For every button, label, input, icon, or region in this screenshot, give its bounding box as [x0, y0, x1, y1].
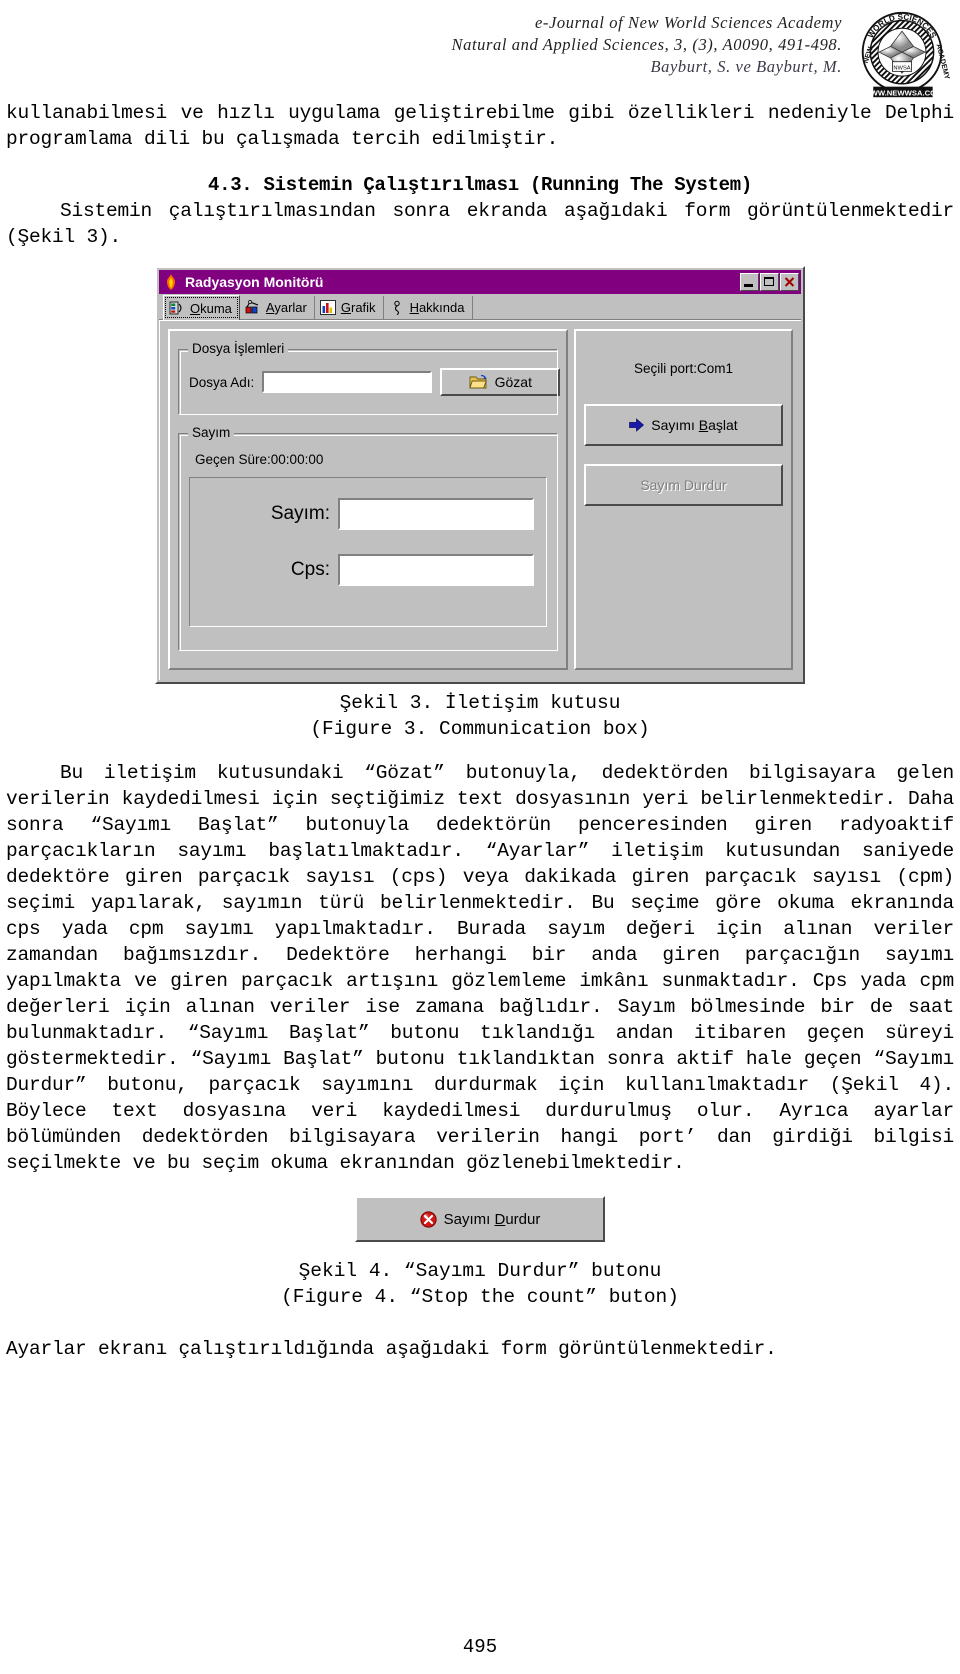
minimize-button[interactable]	[740, 273, 759, 291]
radiation-monitor-window: Radyasyon Monitörü Okuma Ayarlar Grafik …	[155, 266, 805, 684]
tab-strip: Okuma Ayarlar Grafik Hakkında	[159, 294, 801, 320]
figure-3-caption-en: (Figure 3. Communication box)	[310, 718, 650, 740]
figure-4-caption-en: (Figure 4. “Stop the count” buton)	[281, 1286, 679, 1308]
paragraph-3-text: Bu iletişim kutusundaki “Gözat” butonuyl…	[6, 762, 954, 1174]
count-group: Sayım Geçen Süre:00:00:00 Sayım: Cps:	[178, 425, 558, 651]
chart-icon	[319, 300, 336, 315]
close-button[interactable]	[780, 273, 799, 291]
about-icon	[393, 300, 400, 315]
page-content: kullanabilmesi ve hızlı uygulama gelişti…	[0, 100, 960, 1362]
tab-okuma-label: Okuma	[190, 300, 232, 316]
window-titlebar[interactable]: Radyasyon Monitörü	[159, 270, 801, 294]
tab-hakkinda-label: Hakkında	[409, 300, 465, 315]
figure-3-caption: Şekil 3. İletişim kutusu (Figure 3. Comm…	[0, 690, 960, 742]
settings-icon	[245, 300, 259, 314]
paragraph-3: Bu iletişim kutusundaki “Gözat” butonuyl…	[0, 760, 960, 1176]
page-number: 495	[462, 1636, 498, 1658]
paragraph-2-text: Sistemin çalıştırılmasından sonra ekrand…	[6, 200, 954, 248]
journal-logo: NWSA WORLD SCIENCES NEW ACADEMY WWW.NEWW…	[861, 11, 950, 97]
figure-3: Radyasyon Monitörü Okuma Ayarlar Grafik …	[155, 266, 805, 684]
browse-button[interactable]: Gözat	[440, 368, 561, 396]
figure-4-caption-tr: Şekil 4. “Sayımı Durdur” butonu	[298, 1260, 662, 1282]
paragraph-4: Ayarlar ekranı çalıştırıldığında aşağıda…	[6, 1338, 777, 1360]
figure-4: Sayımı Durdur	[355, 1196, 605, 1242]
stop-count-button-disabled[interactable]: Sayım Durdur	[584, 464, 783, 506]
tab-grafik[interactable]: Grafik	[314, 296, 384, 319]
selected-port-label: Seçili port:Com1	[633, 361, 734, 376]
start-count-button[interactable]: Sayımı Başlat	[584, 404, 783, 446]
tab-grafik-label: Grafik	[340, 300, 376, 315]
browse-button-label: Gözat	[494, 374, 532, 390]
red-stop-icon	[420, 1210, 437, 1228]
journal-issue: Natural and Applied Sciences, 3, (3), A0…	[451, 35, 842, 54]
open-folder-icon	[468, 374, 487, 389]
right-panel: Seçili port:Com1 Sayımı Başlat Sayım Dur…	[574, 329, 793, 670]
count-readout-box: Sayım: Cps:	[189, 477, 547, 627]
tab-okuma[interactable]: Okuma	[163, 295, 240, 320]
journal-citation: e-Journal of New World Sciences Academy …	[452, 12, 842, 78]
stop-count-button-label: Sayımı Durdur	[443, 1210, 541, 1228]
paragraph-2: Sistemin çalıştırılmasından sonra ekrand…	[0, 198, 960, 250]
section-heading: 4.3. Sistemin Çalıştırılması (Running Th…	[208, 174, 752, 196]
stop-count-button[interactable]: Sayımı Durdur	[355, 1196, 605, 1242]
file-operations-title: Dosya İşlemleri	[188, 341, 289, 356]
tab-ayarlar[interactable]: Ayarlar	[239, 296, 315, 319]
count-label: Sayım:	[270, 503, 330, 524]
reading-icon	[169, 301, 182, 314]
logo-url-text: WWW.NEWWSA.COM	[863, 88, 942, 97]
tab-hakkinda[interactable]: Hakkında	[383, 296, 473, 319]
stop-count-disabled-label: Sayım Durdur	[640, 477, 727, 493]
paragraph-1: kullanabilmesi ve hızlı uygulama gelişti…	[6, 102, 954, 150]
count-input[interactable]	[338, 498, 534, 530]
window-title: Radyasyon Monitörü	[185, 274, 324, 290]
cps-label: Cps:	[290, 559, 330, 580]
running-head: e-Journal of New World Sciences Academy …	[0, 11, 960, 97]
figure-3-caption-tr: Şekil 3. İletişim kutusu	[339, 692, 621, 714]
start-count-label: Sayımı Başlat	[651, 417, 738, 433]
cps-input[interactable]	[338, 554, 534, 586]
filename-label: Dosya Adı:	[189, 374, 255, 390]
window-client-area: Dosya İşlemleri Dosya Adı: Gözat Sayım G…	[159, 320, 801, 680]
left-panel: Dosya İşlemleri Dosya Adı: Gözat Sayım G…	[168, 329, 568, 670]
journal-authors: Bayburt, S. ve Bayburt, M.	[650, 57, 842, 76]
filename-input[interactable]	[262, 371, 433, 393]
elapsed-time-label: Geçen Süre:00:00:00	[195, 452, 324, 467]
file-operations-group: Dosya İşlemleri Dosya Adı: Gözat	[178, 341, 561, 415]
maximize-button[interactable]	[760, 273, 779, 291]
logo-center-text: NWSA	[893, 65, 910, 71]
blue-arrow-icon	[629, 418, 645, 432]
count-group-title: Sayım	[188, 425, 235, 440]
flame-app-icon	[162, 273, 180, 291]
tab-ayarlar-label: Ayarlar	[265, 300, 307, 315]
journal-name: e-Journal of New World Sciences Academy	[534, 13, 842, 32]
figure-4-caption: Şekil 4. “Sayımı Durdur” butonu (Figure …	[0, 1258, 960, 1310]
window-controls	[740, 273, 799, 291]
